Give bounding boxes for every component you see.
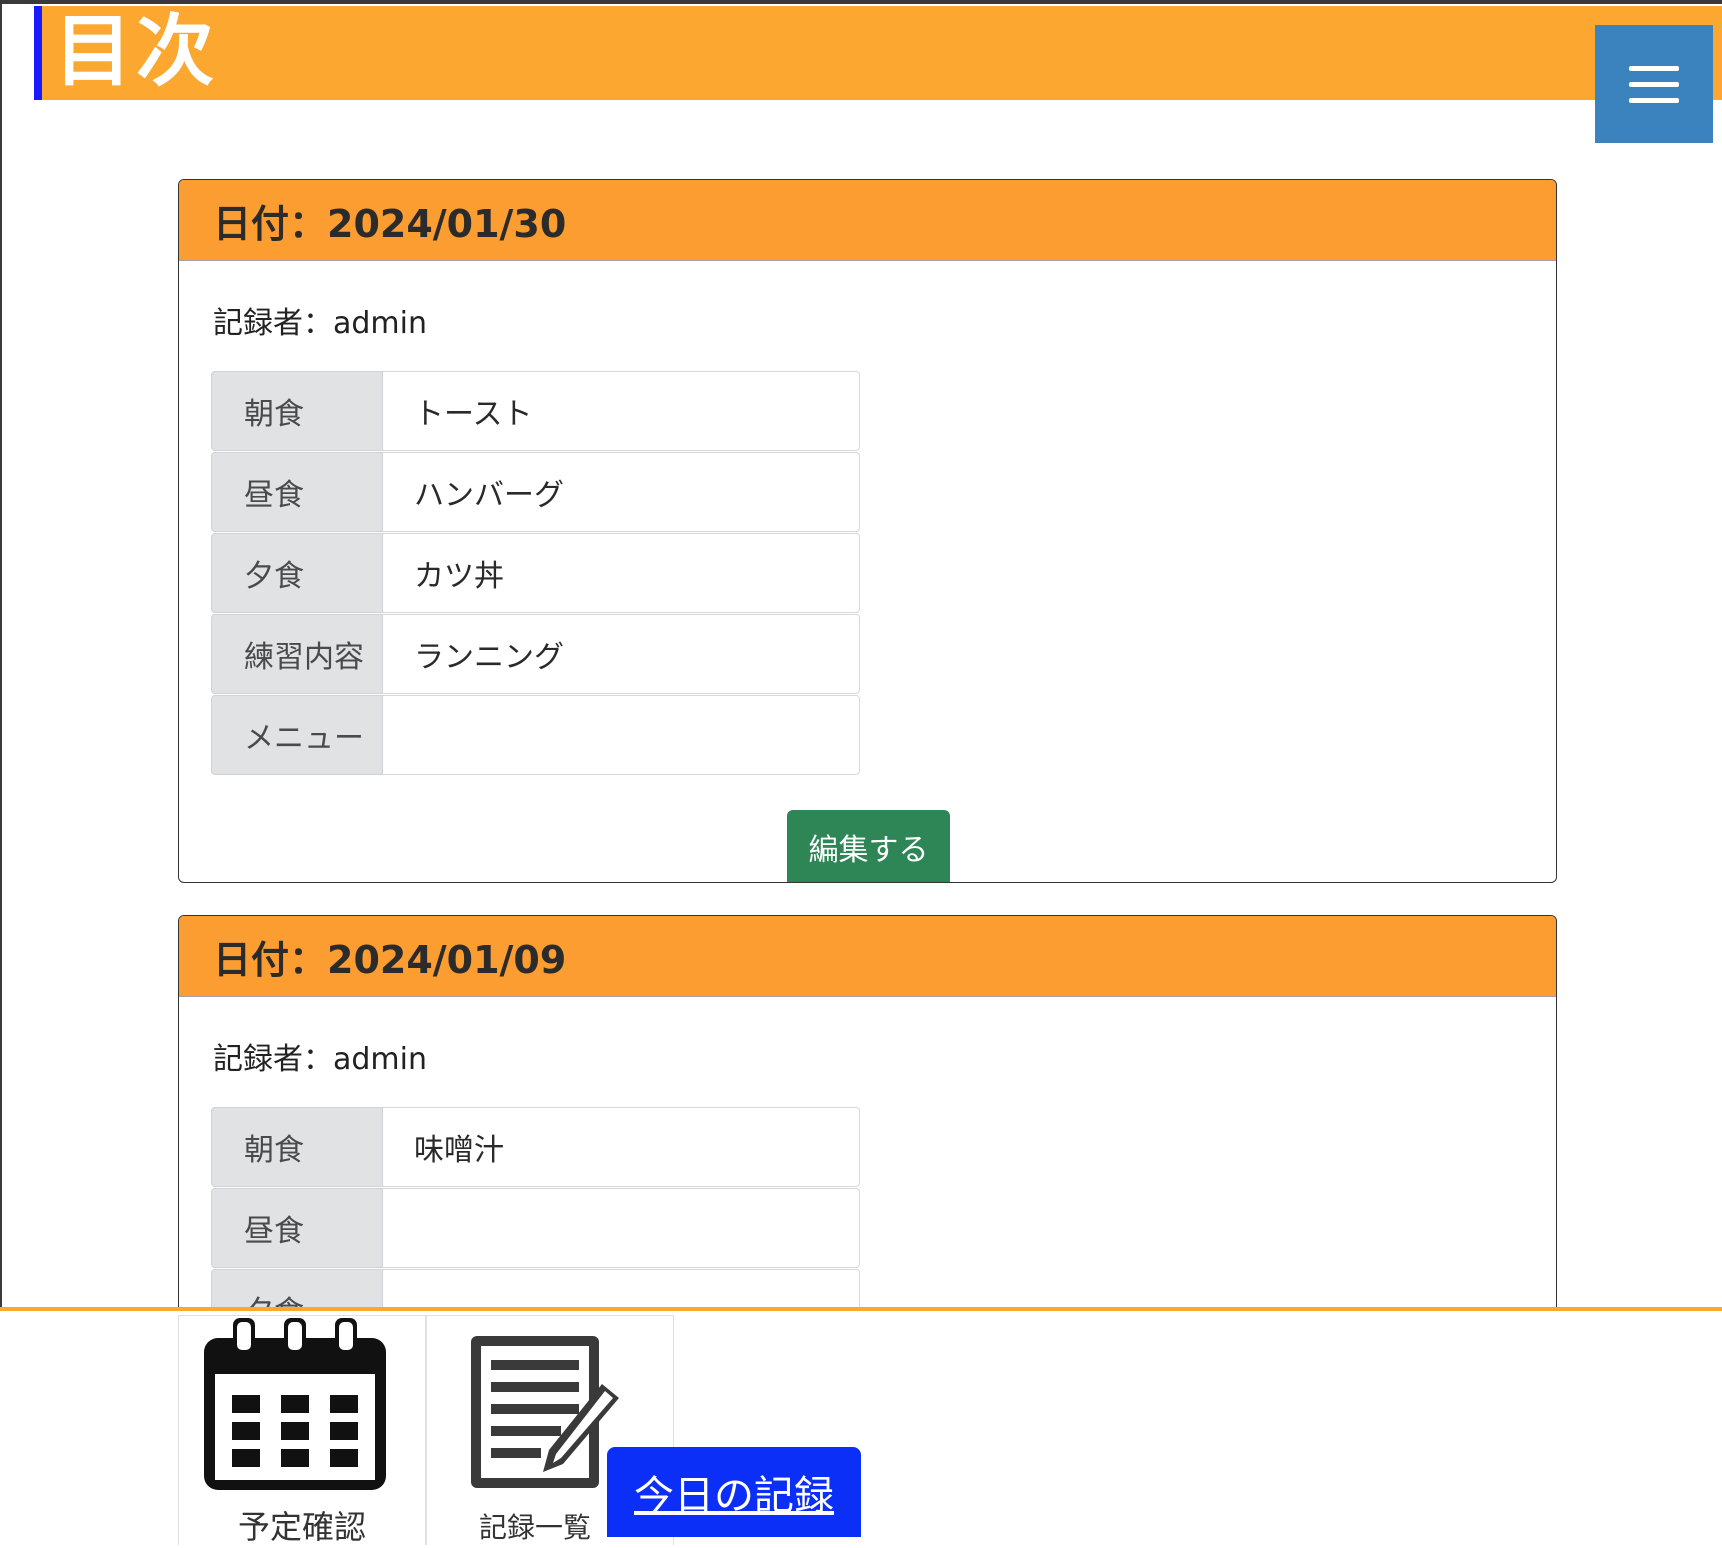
table-row: 練習内容 ランニング <box>211 614 860 694</box>
table-row: 昼食 ハンバーグ <box>211 452 860 532</box>
header-bar: 目次 <box>34 6 1722 100</box>
row-label: 昼食 <box>211 1188 383 1268</box>
record-card: 日付：2024/01/30 記録者：admin 朝食 トースト 昼食 ハンバーグ… <box>178 179 1557 883</box>
table-row: 昼食 <box>211 1188 860 1268</box>
record-date: 日付：2024/01/09 <box>179 916 1556 997</box>
row-label: 朝食 <box>211 371 383 451</box>
table-row: 朝食 トースト <box>211 371 860 451</box>
record-card: 日付：2024/01/09 記録者：admin 朝食 味噌汁 昼食 夕食 <box>178 915 1557 1355</box>
table-row: 夕食 カツ丼 <box>211 533 860 613</box>
hamburger-bar <box>1629 97 1679 103</box>
edit-button[interactable]: 編集する <box>787 810 950 882</box>
table-row: 朝食 味噌汁 <box>211 1107 860 1187</box>
recorder-label: 記録者：admin <box>213 1042 427 1077</box>
table-row: メニュー <box>211 695 860 775</box>
row-value <box>383 695 860 775</box>
hamburger-bar <box>1629 81 1679 87</box>
row-value: ハンバーグ <box>383 452 860 532</box>
record-date: 日付：2024/01/30 <box>179 180 1556 261</box>
row-label: 朝食 <box>211 1107 383 1187</box>
hamburger-menu-button[interactable] <box>1595 25 1713 143</box>
row-label: メニュー <box>211 695 383 775</box>
row-label: 練習内容 <box>211 614 383 694</box>
row-value: ランニング <box>383 614 860 694</box>
row-value: トースト <box>383 371 860 451</box>
row-value: 味噌汁 <box>383 1107 860 1187</box>
today-record-button[interactable]: 今日の記録 <box>607 1447 861 1537</box>
record-table: 朝食 トースト 昼食 ハンバーグ 夕食 カツ丼 練習内容 ランニング メニュー <box>211 371 860 776</box>
recorder-label: 記録者：admin <box>213 306 427 341</box>
schedule-label: 予定確認 <box>237 1508 366 1546</box>
hamburger-menu-icon <box>1629 65 1679 71</box>
footer-nav: 予定確認 記録一覧 <box>0 1307 1722 1546</box>
calendar-icon <box>204 1318 386 1490</box>
row-value <box>383 1188 860 1268</box>
row-value: カツ丼 <box>383 533 860 613</box>
row-label: 夕食 <box>211 533 383 613</box>
page-title: 目次 <box>54 7 219 97</box>
row-label: 昼食 <box>211 452 383 532</box>
schedule-nav-button[interactable]: 予定確認 <box>178 1315 426 1546</box>
